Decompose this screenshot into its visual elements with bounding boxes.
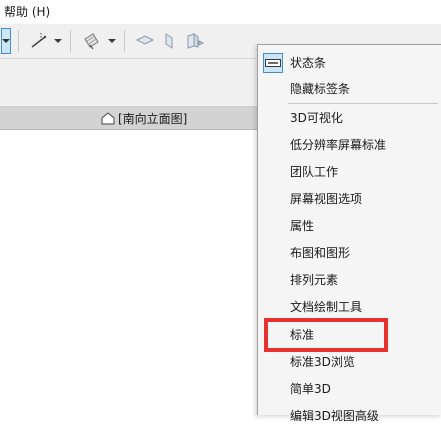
view-tab[interactable]: [南向立面图]: [100, 109, 187, 127]
menu-item-label: 属性: [290, 219, 315, 233]
menu-item-label: 简单3D: [290, 382, 331, 396]
plane-button[interactable]: [132, 27, 158, 55]
menu-item-3d-visualization[interactable]: 3D可视化: [258, 105, 441, 131]
menu-item-documentation-tools[interactable]: 文档绘制工具: [258, 294, 441, 320]
render-button[interactable]: [182, 27, 208, 55]
menu-item-label: 3D可视化: [290, 111, 343, 125]
line-tool-icon: [31, 33, 47, 48]
menu-item-arrange-elements[interactable]: 排列元素: [258, 267, 441, 293]
menu-item-layout-graphics[interactable]: 布图和图形: [258, 240, 441, 266]
menu-item-label: 布图和图形: [290, 246, 351, 260]
menu-item-label: 团队工作: [290, 165, 339, 179]
menu-bar: 帮助 (H): [0, 0, 441, 24]
menu-separator: [288, 103, 438, 104]
menu-item-hide-tab-bar[interactable]: 隐藏标签条: [258, 76, 441, 102]
house-icon: [101, 112, 115, 125]
menu-item-status-bar[interactable]: 状态条: [258, 50, 441, 76]
menu-item-teamwork[interactable]: 团队工作: [258, 159, 441, 185]
surface-tool-button[interactable]: [78, 27, 104, 55]
menu-item-label: 状态条: [290, 56, 327, 70]
menu-item-edit-3d-view-advanced[interactable]: 编辑3D视图高级: [258, 403, 441, 429]
menu-item-screen-view-options[interactable]: 屏幕视图选项: [258, 186, 441, 212]
line-tool-button[interactable]: [26, 27, 52, 55]
menu-item-label: 低分辨率屏幕标准: [290, 138, 387, 152]
selection-arrow-button[interactable]: [0, 27, 12, 55]
menu-item-properties[interactable]: 属性: [258, 213, 441, 239]
highlight-box: [264, 318, 388, 352]
render-icon: [187, 33, 205, 49]
section-plane-button[interactable]: [158, 27, 180, 55]
menu-help[interactable]: 帮助 (H): [4, 4, 50, 20]
checkmark-icon: [263, 53, 283, 73]
chevron-down-icon: [108, 39, 116, 43]
menu-item-label: 屏幕视图选项: [290, 192, 363, 206]
surface-tool-icon: [84, 33, 99, 50]
surface-tool-dropdown[interactable]: [106, 27, 118, 55]
menu-item-label: 文档绘制工具: [290, 300, 363, 314]
menu-item-standard-3d-navigation[interactable]: 标准3D浏览: [258, 349, 441, 375]
menu-item-label: 标准3D浏览: [290, 355, 355, 369]
line-tool-dropdown[interactable]: [52, 27, 64, 55]
toolbar-context-menu: 状态条 隐藏标签条 3D可视化 低分辨率屏幕标准 团队工作 屏幕视图选项 属性 …: [257, 44, 441, 423]
plane-icon: [135, 35, 155, 45]
view-tab-label: [南向立面图]: [118, 111, 188, 126]
menu-item-label: 排列元素: [290, 273, 339, 287]
menu-item-low-res-standard[interactable]: 低分辨率屏幕标准: [258, 132, 441, 158]
menu-item-label: 隐藏标签条: [290, 82, 351, 96]
menu-item-label: 编辑3D视图高级: [290, 409, 379, 423]
section-plane-icon: [165, 33, 173, 49]
selection-arrow-icon: [1, 28, 11, 54]
chevron-down-icon: [54, 39, 62, 43]
menu-item-simple-3d[interactable]: 简单3D: [258, 376, 441, 402]
